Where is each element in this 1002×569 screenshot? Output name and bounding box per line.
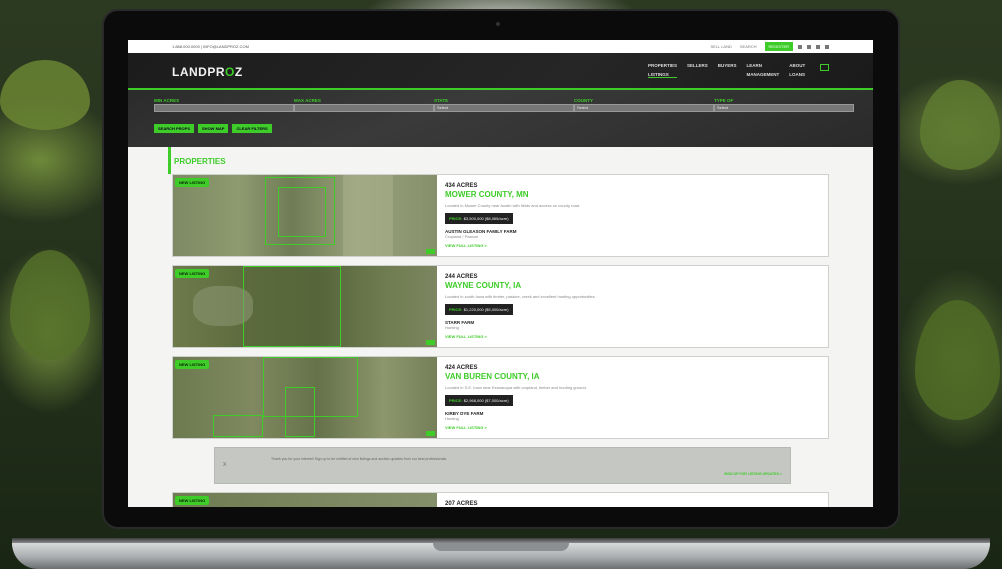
page-title: PROPERTIES: [168, 147, 829, 174]
farm-type: Hunting: [445, 325, 459, 330]
expand-icon[interactable]: [426, 340, 435, 345]
county-select[interactable]: Select: [574, 104, 714, 112]
listing-card[interactable]: NEW LISTING 434 ACRES MOWER COUNTY, MN L…: [172, 174, 829, 257]
listing-county[interactable]: WAYNE COUNTY, IA: [445, 281, 596, 290]
max-acres-input[interactable]: [294, 104, 434, 112]
filter-type: TYPE OF Select: [714, 98, 854, 112]
listings-content: PROPERTIES NEW LISTING 434 ACRES MOWER C…: [128, 147, 873, 507]
expand-icon[interactable]: [426, 431, 435, 436]
listing-card[interactable]: NEW LISTING 424 ACRES VAN BUREN COUNTY, …: [172, 356, 829, 439]
listing-description: Located in S.E. Iowa near Keosauqua with…: [445, 385, 587, 390]
new-listing-badge: NEW LISTING: [175, 496, 210, 505]
new-listing-badge: NEW LISTING: [175, 178, 210, 187]
type-select[interactable]: Select: [714, 104, 854, 112]
browser-screen: 1.888.000.0000 | INFO@LANDPROZ.COM SELL …: [128, 40, 873, 507]
listing-price: PRICE: $1,220,000 ($5,000/acre): [445, 304, 513, 315]
nav-item-about[interactable]: ABOUT: [789, 63, 805, 68]
listing-acres: 207 ACRES: [445, 501, 478, 507]
laptop-notch: [433, 543, 569, 551]
view-listing-link[interactable]: VIEW FULL LISTING >: [445, 334, 596, 339]
listing-description: Located in Mower County near Austin with…: [445, 203, 581, 208]
view-listing-link[interactable]: VIEW FULL LISTING >: [445, 425, 587, 430]
utility-bar: 1.888.000.0000 | INFO@LANDPROZ.COM SELL …: [128, 40, 873, 53]
search-button[interactable]: SEARCH PROPS: [154, 124, 195, 133]
signup-banner: X Thank you for your interest! Sign up t…: [214, 447, 791, 484]
show-map-button[interactable]: SHOW MAP: [198, 124, 229, 133]
filter-state: STATE Select: [434, 98, 574, 112]
listing-info: 244 ACRES WAYNE COUNTY, IA Located in so…: [437, 266, 604, 347]
listing-price: PRICE: $3,500,000 ($8,065/acre): [445, 213, 513, 224]
nav-item-buyers[interactable]: BUYERS: [718, 63, 737, 68]
view-listing-link[interactable]: VIEW FULL LISTING >: [445, 243, 580, 248]
expand-icon[interactable]: [426, 249, 435, 254]
nav-item-sellers[interactable]: SELLERS: [687, 63, 708, 68]
listing-price: PRICE: $2,968,000 ($7,000/acre): [445, 395, 513, 406]
listing-card[interactable]: NEW LISTING 207 ACRES: [172, 492, 829, 507]
nav-item-properties[interactable]: PROPERTIES: [648, 63, 677, 68]
nav-item-listings[interactable]: LISTINGS: [648, 72, 678, 78]
search-filters: MIN ACRES MAX ACRES STATE Select COUNTY …: [128, 90, 873, 147]
cart-icon[interactable]: [820, 64, 829, 71]
aerial-map[interactable]: NEW LISTING: [173, 493, 437, 507]
min-acres-input[interactable]: [154, 104, 294, 112]
listing-acres: 424 ACRES: [445, 365, 478, 371]
farm-type: Hunting: [445, 416, 459, 421]
search-link[interactable]: SEARCH: [740, 44, 757, 49]
listing-info: 207 ACRES: [437, 493, 485, 507]
linkedin-icon[interactable]: [825, 44, 829, 49]
farm-type: Cropland / Pasture: [445, 234, 479, 239]
listing-info: 424 ACRES VAN BUREN COUNTY, IA Located i…: [437, 357, 595, 438]
youtube-icon[interactable]: [816, 44, 820, 49]
aerial-map[interactable]: NEW LISTING: [173, 175, 437, 256]
listing-description: Located in south Iowa with timber, pastu…: [445, 294, 596, 299]
listing-county[interactable]: VAN BUREN COUNTY, IA: [445, 372, 587, 381]
camera-icon: [496, 22, 500, 26]
facebook-icon[interactable]: [798, 44, 802, 49]
sell-land-link[interactable]: SELL LAND: [710, 44, 731, 49]
scene-background: 1.888.000.0000 | INFO@LANDPROZ.COM SELL …: [0, 0, 1002, 569]
filter-county: COUNTY Select: [574, 98, 714, 112]
close-icon[interactable]: X: [223, 462, 226, 468]
listing-county[interactable]: MOWER COUNTY, MN: [445, 190, 580, 199]
new-listing-badge: NEW LISTING: [175, 360, 210, 369]
twitter-icon[interactable]: [807, 44, 811, 49]
filter-max-acres: MAX ACRES: [294, 98, 434, 112]
aerial-map[interactable]: NEW LISTING: [173, 357, 437, 438]
listing-info: 434 ACRES MOWER COUNTY, MN Located in Mo…: [437, 175, 588, 256]
clear-filters-button[interactable]: CLEAR FILTERS: [232, 124, 272, 133]
banner-text: Thank you for your interest! Sign up to …: [271, 457, 448, 461]
register-link[interactable]: REGISTER: [764, 42, 793, 51]
state-select[interactable]: Select: [434, 104, 574, 112]
main-navigation: LANDPROZ PROPERTIES SELLERS BUYERS LEARN…: [128, 53, 873, 90]
nav-item-management[interactable]: MANAGEMENT: [747, 72, 780, 78]
banner-signup-link[interactable]: SIGN UP FOR LISTING UPDATES >: [724, 472, 782, 476]
nav-item-learn[interactable]: LEARN: [747, 63, 780, 68]
nav-item-loans[interactable]: LOANS: [789, 72, 805, 78]
aerial-map[interactable]: NEW LISTING: [173, 266, 437, 347]
filter-min-acres: MIN ACRES: [154, 98, 294, 112]
listing-card[interactable]: NEW LISTING 244 ACRES WAYNE COUNTY, IA L…: [172, 265, 829, 348]
logo[interactable]: LANDPROZ: [172, 65, 243, 79]
contact-info: 1.888.000.0000 | INFO@LANDPROZ.COM: [172, 44, 249, 49]
listing-acres: 434 ACRES: [445, 183, 478, 189]
listing-acres: 244 ACRES: [445, 274, 478, 280]
nav-links: PROPERTIES SELLERS BUYERS LEARN ABOUT LI…: [648, 63, 805, 78]
new-listing-badge: NEW LISTING: [175, 269, 210, 278]
